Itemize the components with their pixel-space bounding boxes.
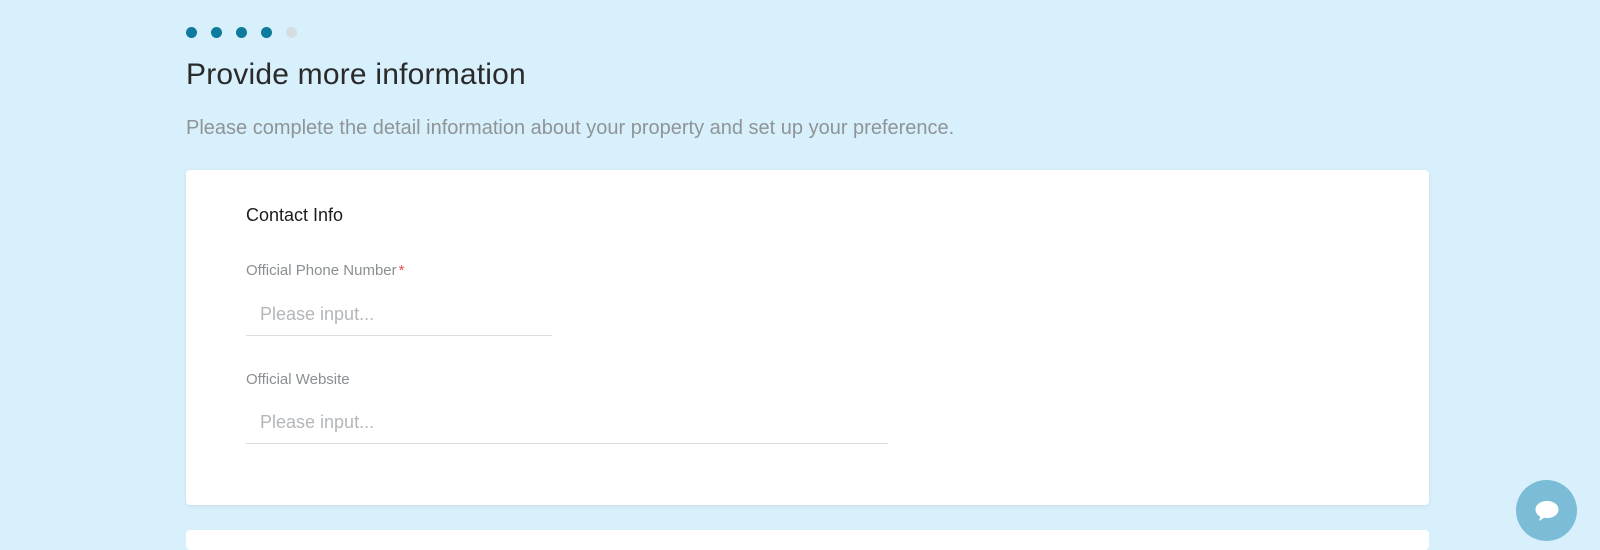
required-marker: * [398,262,405,279]
phone-label-text: Official Phone Number [246,262,397,279]
website-input[interactable] [246,402,888,444]
page-title: Provide more information [186,58,526,91]
progress-stepper [186,27,297,38]
step-dot-5 [286,27,297,38]
step-dot-3 [236,27,247,38]
section-title: Contact Info [246,205,344,225]
step-dot-2 [211,27,222,38]
next-section-card [186,530,1429,550]
contact-info-card: Contact Info Official Phone Number* Offi… [186,170,1429,505]
chat-button[interactable] [1516,480,1577,541]
phone-input[interactable] [246,294,552,336]
website-label: Official Website [246,371,350,388]
page-subtitle: Please complete the detail information a… [186,117,955,139]
chat-bubble-icon [1535,500,1558,521]
phone-label: Official Phone Number * [246,262,404,279]
step-dot-4 [261,27,272,38]
step-dot-1 [186,27,197,38]
